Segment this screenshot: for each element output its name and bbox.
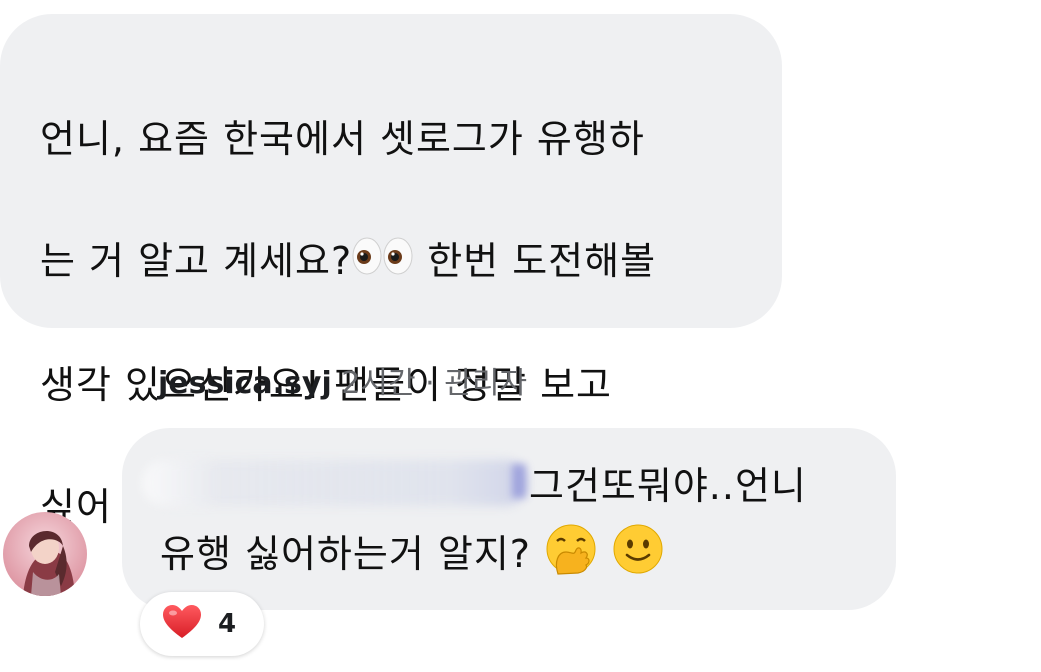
reaction-pill[interactable]: 4 [140, 592, 264, 656]
heart-icon [162, 604, 202, 644]
comment-thread: 언니, 요즘 한국에서 셋로그가 유행하 는 거 알고 계세요? 한번 도전해볼… [0, 0, 1041, 672]
comment-bubble[interactable]: 언니, 요즘 한국에서 셋로그가 유행하 는 거 알고 계세요? 한번 도전해볼… [0, 14, 782, 529]
reply-username[interactable]: jessica.syj [158, 366, 332, 401]
blurred-mention [142, 460, 527, 506]
comment-line-1: 언니, 요즘 한국에서 셋로그가 유행하 [40, 117, 645, 161]
comment-line-2: 는 거 알고 계세요? [40, 239, 353, 283]
reply-line-1: 그건또뭐야..언니 [529, 464, 807, 508]
reply-timestamp[interactable]: 2시간 [341, 366, 415, 401]
comment-line-2b: 한번 도전해볼 [414, 239, 657, 283]
admin-badge: 관리자 [444, 366, 528, 401]
eyes-emoji [352, 233, 414, 294]
hand-over-mouth-emoji [544, 522, 598, 591]
reply-line-2: 유행 싫어하는거 알지? [160, 522, 665, 591]
reaction-count: 4 [218, 609, 237, 639]
reply-bubble[interactable]: 그건또뭐야..언니 유행 싫어하는거 알지? [122, 428, 896, 610]
separator-dot: · [425, 366, 435, 401]
reply-header: jessica.syj 2시간 · 관리자 [158, 362, 527, 406]
reply-line-2-text: 유행 싫어하는거 알지? [160, 532, 531, 576]
blurred-mention-tail [512, 464, 526, 498]
slightly-smiling-emoji [611, 522, 665, 591]
avatar[interactable] [3, 512, 87, 596]
